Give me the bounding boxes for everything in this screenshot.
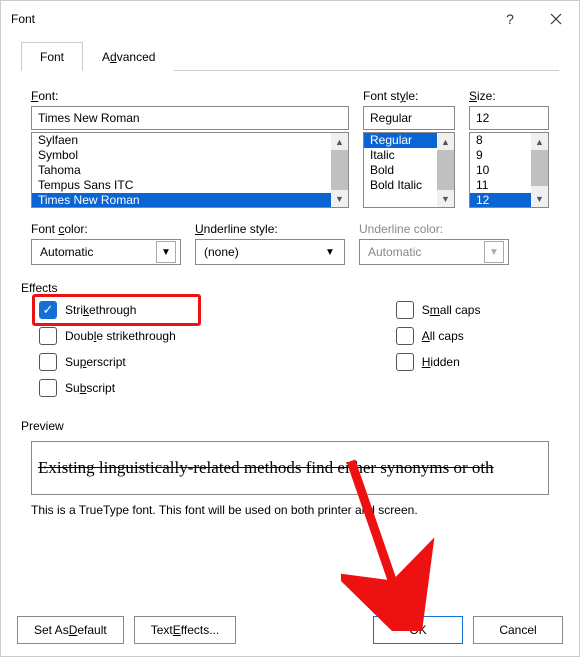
scroll-thumb[interactable]: [531, 150, 548, 186]
allcaps-label: All caps: [422, 329, 464, 343]
ok-button[interactable]: OK: [373, 616, 463, 644]
list-item[interactable]: Tahoma: [32, 163, 348, 178]
font-dialog: Font ? Font Advanced Font: Sylfaen Symbo…: [0, 0, 580, 657]
tab-font[interactable]: Font: [21, 42, 83, 71]
double-strikethrough-checkbox[interactable]: [39, 327, 57, 345]
size-input[interactable]: [469, 106, 549, 130]
chevron-down-icon: ▼: [484, 241, 504, 263]
cancel-button[interactable]: Cancel: [473, 616, 563, 644]
scrollbar[interactable]: ▲ ▼: [531, 133, 548, 207]
underline-style-value: (none): [204, 245, 239, 259]
preview-label: Preview: [21, 419, 549, 433]
chevron-down-icon: ▼: [156, 241, 176, 263]
smallcaps-label: Small caps: [422, 303, 481, 317]
scroll-down-icon[interactable]: ▼: [437, 190, 454, 207]
allcaps-checkbox[interactable]: [396, 327, 414, 345]
style-input[interactable]: [363, 106, 455, 130]
scroll-thumb[interactable]: [331, 150, 348, 190]
underline-style-combo[interactable]: (none) ▼: [195, 239, 345, 265]
close-button[interactable]: [533, 3, 579, 35]
style-listbox[interactable]: Regular Italic Bold Bold Italic ▲ ▼: [363, 132, 455, 208]
preview-description: This is a TrueType font. This font will …: [31, 503, 549, 517]
tab-advanced-label: Advanced: [102, 50, 155, 64]
hidden-checkbox[interactable]: [396, 353, 414, 371]
scroll-up-icon[interactable]: ▲: [531, 133, 548, 150]
hidden-label: Hidden: [422, 355, 460, 369]
underline-color-value: Automatic: [368, 245, 421, 259]
list-item[interactable]: Tempus Sans ITC: [32, 178, 348, 193]
preview-text: Existing linguistically-related methods …: [38, 458, 494, 478]
scroll-up-icon[interactable]: ▲: [331, 133, 348, 150]
font-input[interactable]: [31, 106, 349, 130]
set-default-button[interactable]: Set As Default: [17, 616, 124, 644]
titlebar: Font ?: [1, 1, 579, 37]
text-effects-button[interactable]: Text Effects...: [134, 616, 237, 644]
scrollbar[interactable]: ▲ ▼: [331, 133, 348, 207]
underline-color-label: Underline color:: [359, 222, 509, 236]
list-item[interactable]: Symbol: [32, 148, 348, 163]
effects-group: ✓ Strikethrough Double strikethrough Sup…: [31, 301, 549, 397]
fontcolor-value: Automatic: [40, 245, 93, 259]
tabstrip: Font Advanced: [21, 41, 559, 71]
scroll-down-icon[interactable]: ▼: [531, 190, 548, 207]
preview-box: Existing linguistically-related methods …: [31, 441, 549, 495]
font-label: Font:: [31, 89, 349, 103]
scroll-up-icon[interactable]: ▲: [437, 133, 454, 150]
scroll-down-icon[interactable]: ▼: [331, 190, 348, 207]
help-button[interactable]: ?: [487, 3, 533, 35]
font-listbox[interactable]: Sylfaen Symbol Tahoma Tempus Sans ITC Ti…: [31, 132, 349, 208]
size-label: Size:: [469, 89, 549, 103]
underline-color-combo: Automatic ▼: [359, 239, 509, 265]
footer: Set As Default Text Effects... OK Cancel: [1, 604, 579, 656]
strikethrough-label: Strikethrough: [65, 303, 136, 317]
double-strikethrough-label: Double strikethrough: [65, 329, 176, 343]
strikethrough-checkbox[interactable]: ✓: [39, 301, 57, 319]
tab-advanced[interactable]: Advanced: [83, 42, 174, 71]
fontcolor-combo[interactable]: Automatic ▼: [31, 239, 181, 265]
list-item[interactable]: Sylfaen: [32, 133, 348, 148]
subscript-checkbox[interactable]: [39, 379, 57, 397]
underline-style-label: Underline style:: [195, 222, 345, 236]
chevron-down-icon: ▼: [320, 241, 340, 263]
content: Font: Sylfaen Symbol Tahoma Tempus Sans …: [1, 71, 579, 527]
strikethrough-highlight: ✓ Strikethrough: [32, 294, 201, 326]
scroll-thumb[interactable]: [437, 150, 454, 190]
effects-label: Effects: [21, 281, 549, 295]
tab-font-label: Font: [40, 50, 64, 64]
window-title: Font: [11, 12, 487, 26]
subscript-label: Subscript: [65, 381, 115, 395]
style-label: Font style:: [363, 89, 455, 103]
list-item-selected[interactable]: Times New Roman: [32, 193, 348, 208]
close-icon: [550, 13, 562, 25]
superscript-label: Superscript: [65, 355, 126, 369]
smallcaps-checkbox[interactable]: [396, 301, 414, 319]
fontcolor-label: Font color:: [31, 222, 181, 236]
size-listbox[interactable]: 8 9 10 11 12 ▲ ▼: [469, 132, 549, 208]
scrollbar[interactable]: ▲ ▼: [437, 133, 454, 207]
superscript-checkbox[interactable]: [39, 353, 57, 371]
